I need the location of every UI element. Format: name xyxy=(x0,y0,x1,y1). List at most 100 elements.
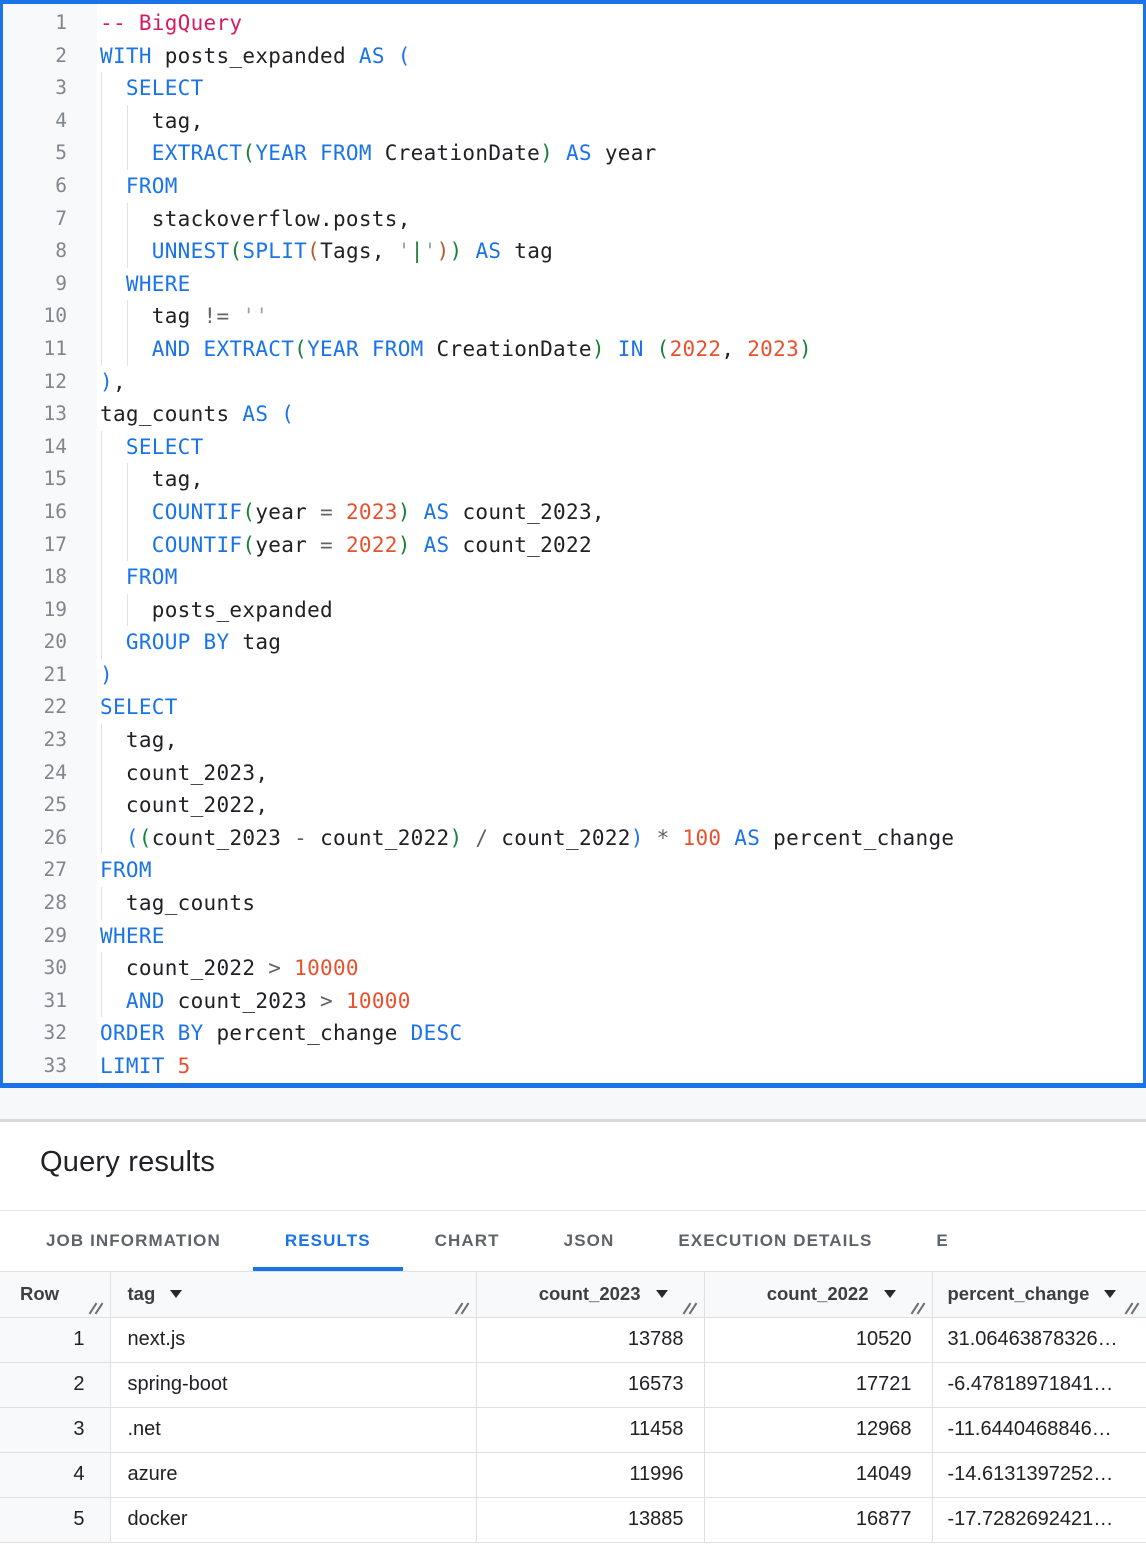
code-line[interactable]: 24 count_2023, xyxy=(3,757,1143,790)
code-text: -- BigQuery xyxy=(97,7,1143,40)
column-header-count-2023[interactable]: count_2023 xyxy=(476,1272,704,1317)
code-line[interactable]: 17 COUNTIF(year = 2022) AS count_2022 xyxy=(3,529,1143,562)
column-resize-handle[interactable] xyxy=(683,1302,698,1315)
percent-change-cell: -17.7282692421… xyxy=(932,1497,1146,1542)
line-number: 16 xyxy=(3,496,97,529)
column-resize-handle[interactable] xyxy=(1125,1302,1140,1315)
line-number: 12 xyxy=(3,366,97,399)
count-2022-cell: 12968 xyxy=(704,1407,932,1452)
code-line[interactable]: 14 SELECT xyxy=(3,431,1143,464)
code-line[interactable]: 10 tag != '' xyxy=(3,300,1143,333)
table-row: 2spring-boot1657317721-6.47818971841… xyxy=(0,1362,1146,1407)
indent-guide xyxy=(127,105,128,138)
indent-guide xyxy=(101,757,102,790)
table-row: 1next.js137881052031.06463878326… xyxy=(0,1317,1146,1362)
indent-guide xyxy=(101,594,102,627)
table-row: 4azure1199614049-14.6131397252… xyxy=(0,1452,1146,1497)
tab-execution-details[interactable]: EXECUTION DETAILS xyxy=(646,1211,904,1271)
code-line[interactable]: 3 SELECT xyxy=(3,72,1143,105)
column-header-tag[interactable]: tag xyxy=(110,1272,476,1317)
code-line[interactable]: 8 UNNEST(SPLIT(Tags, '|')) AS tag xyxy=(3,235,1143,268)
sql-editor[interactable]: 1-- BigQuery2WITH posts_expanded AS (3 S… xyxy=(0,0,1146,1088)
code-line[interactable]: 33LIMIT 5 xyxy=(3,1050,1143,1083)
results-header-row: Rowtagcount_2023count_2022percent_change xyxy=(0,1272,1146,1317)
tab-job-information[interactable]: JOB INFORMATION xyxy=(14,1211,253,1271)
code-line[interactable]: 15 tag, xyxy=(3,463,1143,496)
code-text: AND count_2023 > 10000 xyxy=(97,985,1143,1018)
code-area[interactable]: 1-- BigQuery2WITH posts_expanded AS (3 S… xyxy=(3,4,1143,1083)
line-number: 28 xyxy=(3,887,97,920)
indent-guide xyxy=(101,170,102,203)
line-number: 4 xyxy=(3,105,97,138)
code-line[interactable]: 18 FROM xyxy=(3,561,1143,594)
column-header-count-2022[interactable]: count_2022 xyxy=(704,1272,932,1317)
dropdown-arrow-icon[interactable] xyxy=(884,1290,896,1298)
dropdown-arrow-icon[interactable] xyxy=(170,1290,182,1298)
dropdown-arrow-icon[interactable] xyxy=(656,1290,668,1298)
column-header-row[interactable]: Row xyxy=(0,1272,110,1317)
line-number: 20 xyxy=(3,626,97,659)
table-row: 5docker1388516877-17.7282692421… xyxy=(0,1497,1146,1542)
code-line[interactable]: 11 AND EXTRACT(YEAR FROM CreationDate) I… xyxy=(3,333,1143,366)
panel-divider xyxy=(0,1088,1146,1122)
code-text: COUNTIF(year = 2023) AS count_2023, xyxy=(97,496,1143,529)
code-text: WHERE xyxy=(97,268,1143,301)
line-number: 1 xyxy=(3,7,97,40)
line-number: 14 xyxy=(3,431,97,464)
indent-guide xyxy=(127,300,128,333)
code-line[interactable]: 6 FROM xyxy=(3,170,1143,203)
column-resize-handle[interactable] xyxy=(89,1302,104,1315)
code-line[interactable]: 23 tag, xyxy=(3,724,1143,757)
column-resize-handle[interactable] xyxy=(455,1302,470,1315)
indent-guide xyxy=(127,235,128,268)
code-line[interactable]: 19 posts_expanded xyxy=(3,594,1143,627)
code-line[interactable]: 20 GROUP BY tag xyxy=(3,626,1143,659)
line-number: 6 xyxy=(3,170,97,203)
dropdown-arrow-icon[interactable] xyxy=(1104,1290,1116,1298)
tag-cell: docker xyxy=(110,1497,476,1542)
code-line[interactable]: 30 count_2022 > 10000 xyxy=(3,952,1143,985)
indent-guide xyxy=(127,496,128,529)
count-2023-cell: 16573 xyxy=(476,1362,704,1407)
code-text: ORDER BY percent_change DESC xyxy=(97,1017,1143,1050)
row-number-cell: 3 xyxy=(0,1407,110,1452)
code-line[interactable]: 31 AND count_2023 > 10000 xyxy=(3,985,1143,1018)
code-line[interactable]: 28 tag_counts xyxy=(3,887,1143,920)
code-line[interactable]: 7 stackoverflow.posts, xyxy=(3,203,1143,236)
code-text: count_2022, xyxy=(97,789,1143,822)
code-line[interactable]: 5 EXTRACT(YEAR FROM CreationDate) AS yea… xyxy=(3,137,1143,170)
tab-json[interactable]: JSON xyxy=(532,1211,647,1271)
code-text: WITH posts_expanded AS ( xyxy=(97,40,1143,73)
code-line[interactable]: 12), xyxy=(3,366,1143,399)
line-number: 10 xyxy=(3,300,97,333)
code-line[interactable]: 16 COUNTIF(year = 2023) AS count_2023, xyxy=(3,496,1143,529)
code-line[interactable]: 25 count_2022, xyxy=(3,789,1143,822)
indent-guide xyxy=(101,463,102,496)
column-header-percent-change[interactable]: percent_change xyxy=(932,1272,1146,1317)
code-line[interactable]: 2WITH posts_expanded AS ( xyxy=(3,40,1143,73)
code-line[interactable]: 13tag_counts AS ( xyxy=(3,398,1143,431)
code-line[interactable]: 9 WHERE xyxy=(3,268,1143,301)
percent-change-cell: -11.6440468846… xyxy=(932,1407,1146,1452)
code-line[interactable]: 21) xyxy=(3,659,1143,692)
percent-change-cell: -14.6131397252… xyxy=(932,1452,1146,1497)
code-line[interactable]: 32ORDER BY percent_change DESC xyxy=(3,1017,1143,1050)
row-number-cell: 1 xyxy=(0,1317,110,1362)
line-number: 21 xyxy=(3,659,97,692)
code-line[interactable]: 29WHERE xyxy=(3,920,1143,953)
tab-results[interactable]: RESULTS xyxy=(253,1211,403,1271)
code-text: FROM xyxy=(97,170,1143,203)
code-line[interactable]: 1-- BigQuery xyxy=(3,7,1143,40)
tab-e[interactable]: E xyxy=(904,1211,980,1271)
column-resize-handle[interactable] xyxy=(911,1302,926,1315)
code-line[interactable]: 27FROM xyxy=(3,854,1143,887)
indent-guide xyxy=(101,235,102,268)
code-text: UNNEST(SPLIT(Tags, '|')) AS tag xyxy=(97,235,1143,268)
code-line[interactable]: 22SELECT xyxy=(3,691,1143,724)
row-number-cell: 2 xyxy=(0,1362,110,1407)
code-line[interactable]: 4 tag, xyxy=(3,105,1143,138)
code-text: stackoverflow.posts, xyxy=(97,203,1143,236)
tab-chart[interactable]: CHART xyxy=(403,1211,532,1271)
code-line[interactable]: 26 ((count_2023 - count_2022) / count_20… xyxy=(3,822,1143,855)
code-text: tag, xyxy=(97,724,1143,757)
